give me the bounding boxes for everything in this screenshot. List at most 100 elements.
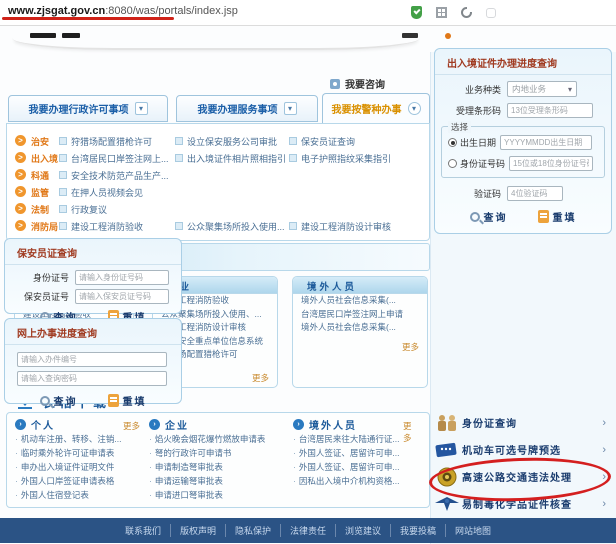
guard-id-input[interactable] <box>75 270 169 285</box>
query-button[interactable]: 查询 <box>470 209 508 224</box>
chevron-down-icon[interactable]: ▾ <box>135 102 148 115</box>
downloads-col-label[interactable]: 企业 <box>165 417 189 432</box>
captcha-input[interactable] <box>507 186 563 201</box>
field-label: 身份证号 <box>11 271 69 284</box>
chevron-right-icon: › <box>602 444 606 456</box>
guide-box-header[interactable]: 境外人员 <box>293 277 427 294</box>
footer-link[interactable]: 隐私保护 <box>226 524 281 537</box>
birthdate-radio[interactable] <box>448 138 457 147</box>
download-link[interactable]: 台湾居民来往大陆通行证... <box>293 432 425 446</box>
chevron-right-icon: › <box>602 498 606 510</box>
tab-by-police-type[interactable]: 我要按警种办事 ▾ <box>322 93 430 123</box>
service-link[interactable]: 在押人员视频会见 <box>59 186 143 199</box>
business-type-select[interactable]: 内地业务 ▾ <box>507 81 577 97</box>
category-row: > 法制 行政复议 <box>7 201 429 218</box>
category-label[interactable]: 消防局 <box>31 220 58 233</box>
service-link[interactable]: 台湾居民口岸签注网上... <box>59 152 169 165</box>
guard-cert-input[interactable] <box>75 289 169 304</box>
downloads-col-label[interactable]: 境外人员 <box>309 417 357 432</box>
consult-icon <box>330 79 340 89</box>
downloads-col-label[interactable]: 个人 <box>31 417 55 432</box>
service-link[interactable]: 建设工程消防设计审核 <box>289 220 391 233</box>
service-link[interactable]: 保安员证查询 <box>289 135 355 148</box>
security-shield-icon[interactable] <box>411 6 422 19</box>
download-link[interactable]: 因私出入境中介机构资格... <box>293 474 425 488</box>
downloads-panel: › 个人 更多 机动车注册、转移、注销... 临时乘外轮许可证申请表 申办出入境… <box>6 412 430 508</box>
service-link[interactable]: 安全技术防范产品生产... <box>59 169 169 182</box>
id-persons-icon <box>432 414 462 432</box>
online-progress-panel: 网上办事进度查询 查询 重填 <box>4 318 182 404</box>
service-link[interactable]: 设立保安服务公司审批 <box>175 135 277 148</box>
chevron-down-icon[interactable]: ▾ <box>408 102 421 115</box>
guard-cert-panel: 保安员证查询 身份证号 保安员证号 查询 重填 <box>4 238 182 314</box>
download-link[interactable]: 外国人签证、居留许可申... <box>293 446 425 460</box>
category-row: > 出入境 台湾居民口岸签注网上... 出入境证件相片照相指引 电子护照指纹采集… <box>7 150 429 167</box>
idnumber-radio[interactable] <box>448 159 457 168</box>
footer-link[interactable]: 联系我们 <box>116 524 171 537</box>
more-link[interactable]: 更多 <box>252 372 269 384</box>
service-link[interactable]: 出入境证件相片照相指引 <box>175 152 286 165</box>
query-password-input[interactable] <box>17 371 167 386</box>
download-link[interactable]: 外国人住宿登记表 <box>15 488 143 502</box>
footer-link[interactable]: 我要投稿 <box>391 524 446 537</box>
more-link[interactable]: 更多 <box>402 341 419 353</box>
footer-link[interactable]: 法律责任 <box>281 524 336 537</box>
category-label[interactable]: 治安 <box>31 135 49 148</box>
quick-link-label: 机动车可选号牌预选 <box>462 442 561 457</box>
arrow-bullet-icon: > <box>15 186 26 197</box>
download-link[interactable]: 申请进口弩审批表 <box>149 488 289 502</box>
quick-link-id-query[interactable]: 身份证查询 › <box>432 409 616 436</box>
downloads-col-enterprise: › 企业 更多 焰火晚会烟花爆竹燃放申请表 弩的行政许可申请书 申请制造弩审批表… <box>149 417 289 502</box>
field-label: 验证码 <box>441 187 501 200</box>
category-label[interactable]: 科通 <box>31 169 49 182</box>
query-button[interactable]: 查询 <box>40 393 78 408</box>
footer-link[interactable]: 浏览建议 <box>336 524 391 537</box>
reset-button[interactable]: 重填 <box>108 393 147 408</box>
download-link[interactable]: 临时乘外轮许可证申请表 <box>15 446 143 460</box>
quick-link-label: 身份证查询 <box>462 415 517 430</box>
birthdate-input[interactable] <box>500 135 592 150</box>
download-link[interactable]: 外国人签证、居留许可申... <box>293 460 425 474</box>
refresh-icon[interactable] <box>461 7 472 18</box>
reset-button[interactable]: 重填 <box>538 209 577 224</box>
url-host: www.zjsgat.gov.cn <box>8 5 105 17</box>
download-link[interactable]: 外国人口岸签证申请表格 <box>15 474 143 488</box>
guide-item[interactable]: 境外人员社会信息采集(... <box>293 321 427 335</box>
field-label: 身份证号码 <box>460 157 505 170</box>
tab-admin-permit[interactable]: 我要办理行政许可事项 ▾ <box>8 95 168 122</box>
barcode-input[interactable] <box>507 103 593 118</box>
download-link[interactable]: 申请制造弩审批表 <box>149 460 289 474</box>
idnumber-input[interactable] <box>509 156 593 171</box>
download-link[interactable]: 申办出入境证件证明文件 <box>15 460 143 474</box>
service-link[interactable]: 电子护照指纹采集指引 <box>289 152 391 165</box>
category-label[interactable]: 监管 <box>31 186 49 199</box>
panel-title: 出入境证件办理进度查询 <box>435 49 611 75</box>
tab-service-items[interactable]: 我要办理服务事项 ▾ <box>176 95 318 122</box>
button-label: 重填 <box>123 393 147 408</box>
download-link[interactable]: 焰火晚会烟花爆竹燃放申请表 <box>149 432 289 446</box>
download-link[interactable]: 申请运输弩审批表 <box>149 474 289 488</box>
service-link[interactable]: 行政复议 <box>59 203 107 216</box>
category-label[interactable]: 法制 <box>31 203 49 216</box>
arrow-circle-icon: › <box>15 419 26 430</box>
extensions-grid-icon[interactable] <box>436 7 447 18</box>
download-link[interactable]: 弩的行政许可申请书 <box>149 446 289 460</box>
service-link[interactable]: 建设工程消防验收 <box>59 220 143 233</box>
field-label: 保安员证号 <box>11 290 69 303</box>
more-link[interactable]: 更多 <box>123 420 140 432</box>
footer-link[interactable]: 网站地图 <box>446 524 500 537</box>
category-label[interactable]: 出入境 <box>31 152 58 165</box>
footer-link[interactable]: 版权声明 <box>171 524 226 537</box>
case-number-input[interactable] <box>17 352 167 367</box>
chevron-right-icon: › <box>602 417 606 429</box>
guide-item[interactable]: 台湾居民口岸签注网上申请 <box>293 308 427 322</box>
service-link[interactable]: 公众聚集场所投入使用... <box>175 220 285 233</box>
consult-link[interactable]: 我要咨询 <box>330 76 385 91</box>
magnifier-icon <box>470 212 480 222</box>
arrow-bullet-icon: > <box>15 152 26 163</box>
download-link[interactable]: 机动车注册、转移、注销... <box>15 432 143 446</box>
service-link[interactable]: 狩猎场配置猎枪许可 <box>59 135 152 148</box>
url-text[interactable]: www.zjsgat.gov.cn:8080/was/portals/index… <box>8 5 238 17</box>
chevron-down-icon[interactable]: ▾ <box>284 102 297 115</box>
guide-item[interactable]: 境外人员社会信息采集(... <box>293 294 427 308</box>
